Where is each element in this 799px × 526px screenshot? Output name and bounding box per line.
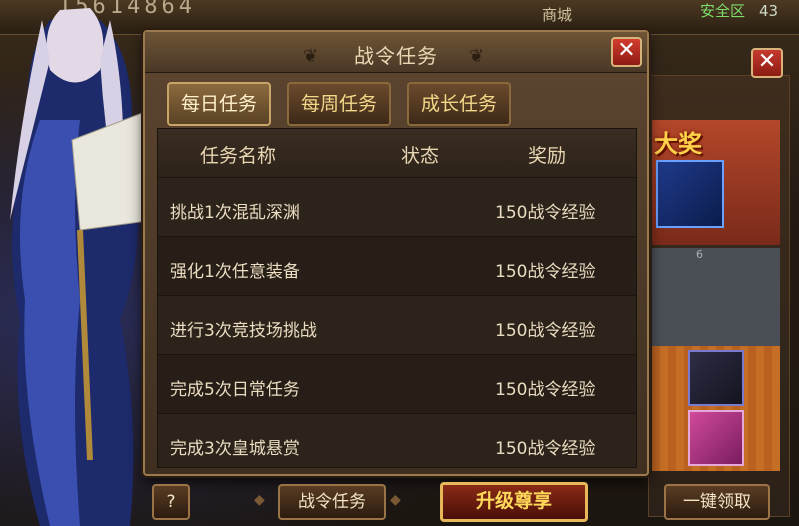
task-table: 任务名称 状态 奖励 挑战1次混乱深渊 150战令经验 强化1次任意装备 150…	[157, 128, 637, 468]
tab-growth[interactable]: 成长任务	[407, 82, 511, 126]
upgrade-premium-button[interactable]: 升级尊享	[440, 482, 588, 522]
table-row[interactable]: 进行3次竞技场挑战 150战令经验	[158, 295, 636, 355]
table-row[interactable]: 完成3次皇城悬赏 150战令经验	[158, 413, 636, 467]
side-close-button[interactable]: ✕	[751, 48, 783, 78]
task-name: 挑战1次混乱深渊	[170, 203, 300, 223]
header-reward: 奖励	[528, 145, 567, 167]
task-reward: 150战令经验	[495, 203, 596, 223]
task-reward: 150战令经验	[495, 380, 596, 400]
reward-slot-gem-icon[interactable]	[688, 410, 744, 466]
zone-indicator: 安全区 43	[700, 0, 778, 21]
tab-weekly[interactable]: 每周任务	[287, 82, 391, 126]
task-name: 强化1次任意装备	[170, 262, 300, 282]
table-row[interactable]: 完成5次日常任务 150战令经验	[158, 354, 636, 414]
dialog-header: ❦ 战令任务 ❦ ✕	[145, 32, 647, 73]
zone-number: 43	[759, 2, 779, 20]
flourish-right-icon: ❦	[469, 46, 485, 67]
header-task-name: 任务名称	[200, 145, 277, 167]
task-reward: 150战令经验	[495, 439, 596, 459]
task-name: 完成3次皇城悬赏	[170, 439, 300, 459]
task-name: 完成5次日常任务	[170, 380, 300, 400]
shop-button[interactable]: 商城	[542, 4, 572, 25]
reward-slot-helmet-icon[interactable]	[688, 350, 744, 406]
battle-pass-tasks-dialog: ❦ 战令任务 ❦ ✕ 每日任务 每周任务 成长任务 任务名称 状态 奖励 挑战1…	[143, 30, 649, 476]
task-reward: 150战令经验	[495, 321, 596, 341]
table-header: 任务名称 状态 奖励	[158, 129, 636, 177]
task-reward: 150战令经验	[495, 262, 596, 282]
dialog-title: 战令任务	[354, 44, 438, 68]
zone-label: 安全区	[700, 2, 746, 20]
help-button[interactable]: ?	[152, 484, 190, 520]
task-name: 进行3次竞技场挑战	[170, 321, 317, 341]
header-status: 状态	[401, 145, 440, 167]
tab-daily[interactable]: 每日任务	[167, 82, 271, 126]
battle-pass-tasks-button[interactable]: 战令任务	[278, 484, 386, 520]
prize-title: 大奖	[654, 130, 702, 158]
close-icon: ✕	[617, 38, 636, 63]
prize-item-icon[interactable]	[656, 160, 724, 228]
claim-all-button[interactable]: 一键领取	[664, 484, 770, 520]
side-grey-section	[652, 248, 780, 346]
table-rows: 挑战1次混乱深渊 150战令经验 强化1次任意装备 150战令经验 进行3次竞技…	[158, 177, 636, 467]
side-close-icon: ✕	[757, 49, 777, 74]
deco-right-icon: ◆	[390, 492, 401, 508]
close-button[interactable]: ✕	[611, 37, 642, 67]
deco-left-icon: ◆	[254, 492, 265, 508]
table-row[interactable]: 强化1次任意装备 150战令经验	[158, 236, 636, 296]
table-row[interactable]: 挑战1次混乱深渊 150战令经验	[158, 177, 636, 237]
side-count: 6	[696, 248, 703, 261]
